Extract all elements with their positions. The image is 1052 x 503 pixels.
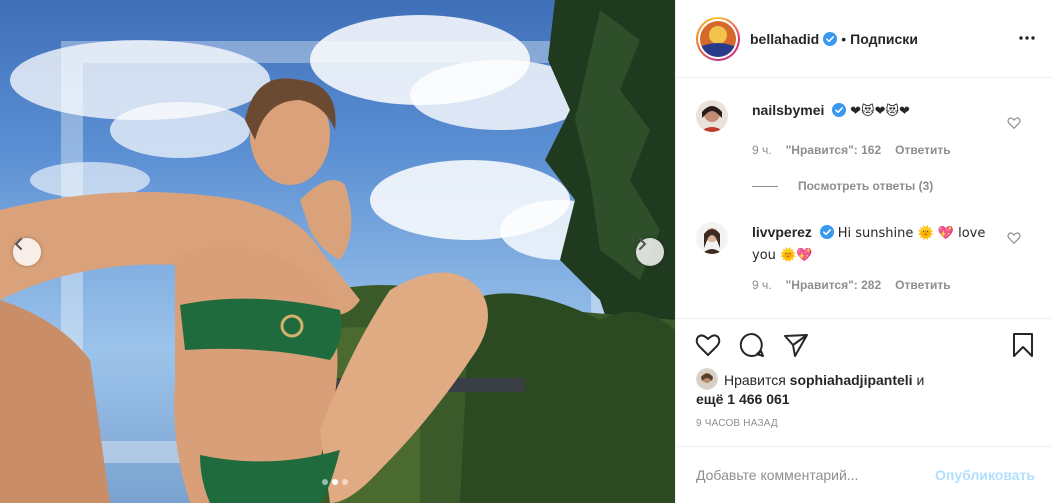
author-avatar-image: [700, 20, 736, 57]
likes-count-button[interactable]: ещё 1 466 061: [696, 391, 790, 407]
save-bookmark-icon[interactable]: [1009, 331, 1037, 359]
likes-middle: и: [916, 372, 925, 388]
comment-time: 9 ч.: [752, 143, 772, 157]
chevron-right-icon: [639, 238, 647, 250]
view-replies-button[interactable]: Посмотреть ответы (3): [752, 179, 933, 193]
post-header: bellahadid • Подписки: [676, 0, 1052, 78]
header-separator: •: [841, 30, 847, 47]
share-paper-plane-icon[interactable]: [782, 331, 810, 359]
comment-text: ❤😻❤😻❤: [850, 104, 910, 119]
liker-avatar-image: [697, 369, 717, 389]
post-photo-illustration: [0, 0, 675, 503]
comment-meta: 9 ч. "Нравится": 162 Ответить: [752, 143, 951, 157]
comment-bubble-icon[interactable]: [738, 331, 766, 359]
liker-username[interactable]: sophiahadjipanteli: [790, 372, 913, 388]
liker-avatar[interactable]: [696, 368, 718, 390]
author-username[interactable]: bellahadid: [750, 31, 819, 47]
slide-indicator: [322, 479, 348, 485]
verified-badge-icon: [823, 31, 838, 46]
slide-dot: [322, 479, 328, 485]
comment-likes[interactable]: "Нравится": 282: [786, 278, 882, 292]
author-avatar[interactable]: [696, 16, 740, 61]
comment-time: 9 ч.: [752, 278, 772, 292]
commenter-avatar-image: [696, 222, 728, 254]
reply-button[interactable]: Ответить: [895, 143, 950, 157]
verified-badge-icon: [832, 103, 847, 117]
comment-item: livvperez Hi sunshine 🌞 💖 love you 🌞💖: [696, 222, 1002, 266]
more-options-button[interactable]: [1017, 28, 1037, 48]
publish-button[interactable]: Опубликовать: [935, 467, 1035, 483]
replies-divider: [752, 185, 778, 187]
comment-username[interactable]: livvperez: [752, 224, 812, 240]
commenter-avatar-image: [696, 100, 728, 132]
comment-content: nailsbymei ❤😻❤😻❤: [752, 100, 1002, 132]
post-timestamp[interactable]: 9 ЧАСОВ НАЗАД: [696, 418, 778, 429]
comment-item: nailsbymei ❤😻❤😻❤: [696, 100, 1002, 132]
likes-summary: Нравится sophiahadjipanteli и ещё 1 466 …: [696, 368, 1026, 409]
chevron-left-icon: [14, 238, 22, 250]
commenter-avatar[interactable]: [696, 100, 728, 132]
like-heart-icon[interactable]: [694, 331, 722, 359]
view-replies-label: Посмотреть ответы (3): [798, 179, 934, 193]
likes-prefix: Нравится: [724, 372, 786, 388]
add-comment-bar: Опубликовать: [676, 446, 1052, 503]
post-action-bar: [676, 318, 1052, 366]
comment-meta: 9 ч. "Нравится": 282 Ответить: [752, 278, 951, 292]
post-side-panel: bellahadid • Подписки nailsbymei ❤😻❤😻❤ 9…: [675, 0, 1052, 503]
comment-content: livvperez Hi sunshine 🌞 💖 love you 🌞💖: [752, 222, 1002, 266]
add-comment-input[interactable]: [696, 465, 916, 485]
comment-like-icon[interactable]: [1007, 231, 1021, 245]
comment-likes[interactable]: "Нравится": 162: [786, 143, 882, 157]
instagram-post-view: bellahadid • Подписки nailsbymei ❤😻❤😻❤ 9…: [0, 0, 1052, 503]
slide-dot: [342, 479, 348, 485]
comments-list: nailsbymei ❤😻❤😻❤ 9 ч. "Нравится": 162 От…: [676, 78, 1052, 318]
post-photo[interactable]: [0, 0, 675, 503]
previous-slide-button[interactable]: [13, 238, 41, 266]
comment-username[interactable]: nailsbymei: [752, 102, 824, 118]
comment-like-icon[interactable]: [1007, 116, 1021, 130]
next-slide-button[interactable]: [636, 238, 664, 266]
following-button[interactable]: Подписки: [850, 31, 918, 47]
verified-badge-icon: [819, 225, 834, 239]
more-dots-icon: [1019, 36, 1035, 40]
commenter-avatar[interactable]: [696, 222, 728, 254]
reply-button[interactable]: Ответить: [895, 278, 950, 292]
slide-dot-active: [332, 479, 338, 485]
